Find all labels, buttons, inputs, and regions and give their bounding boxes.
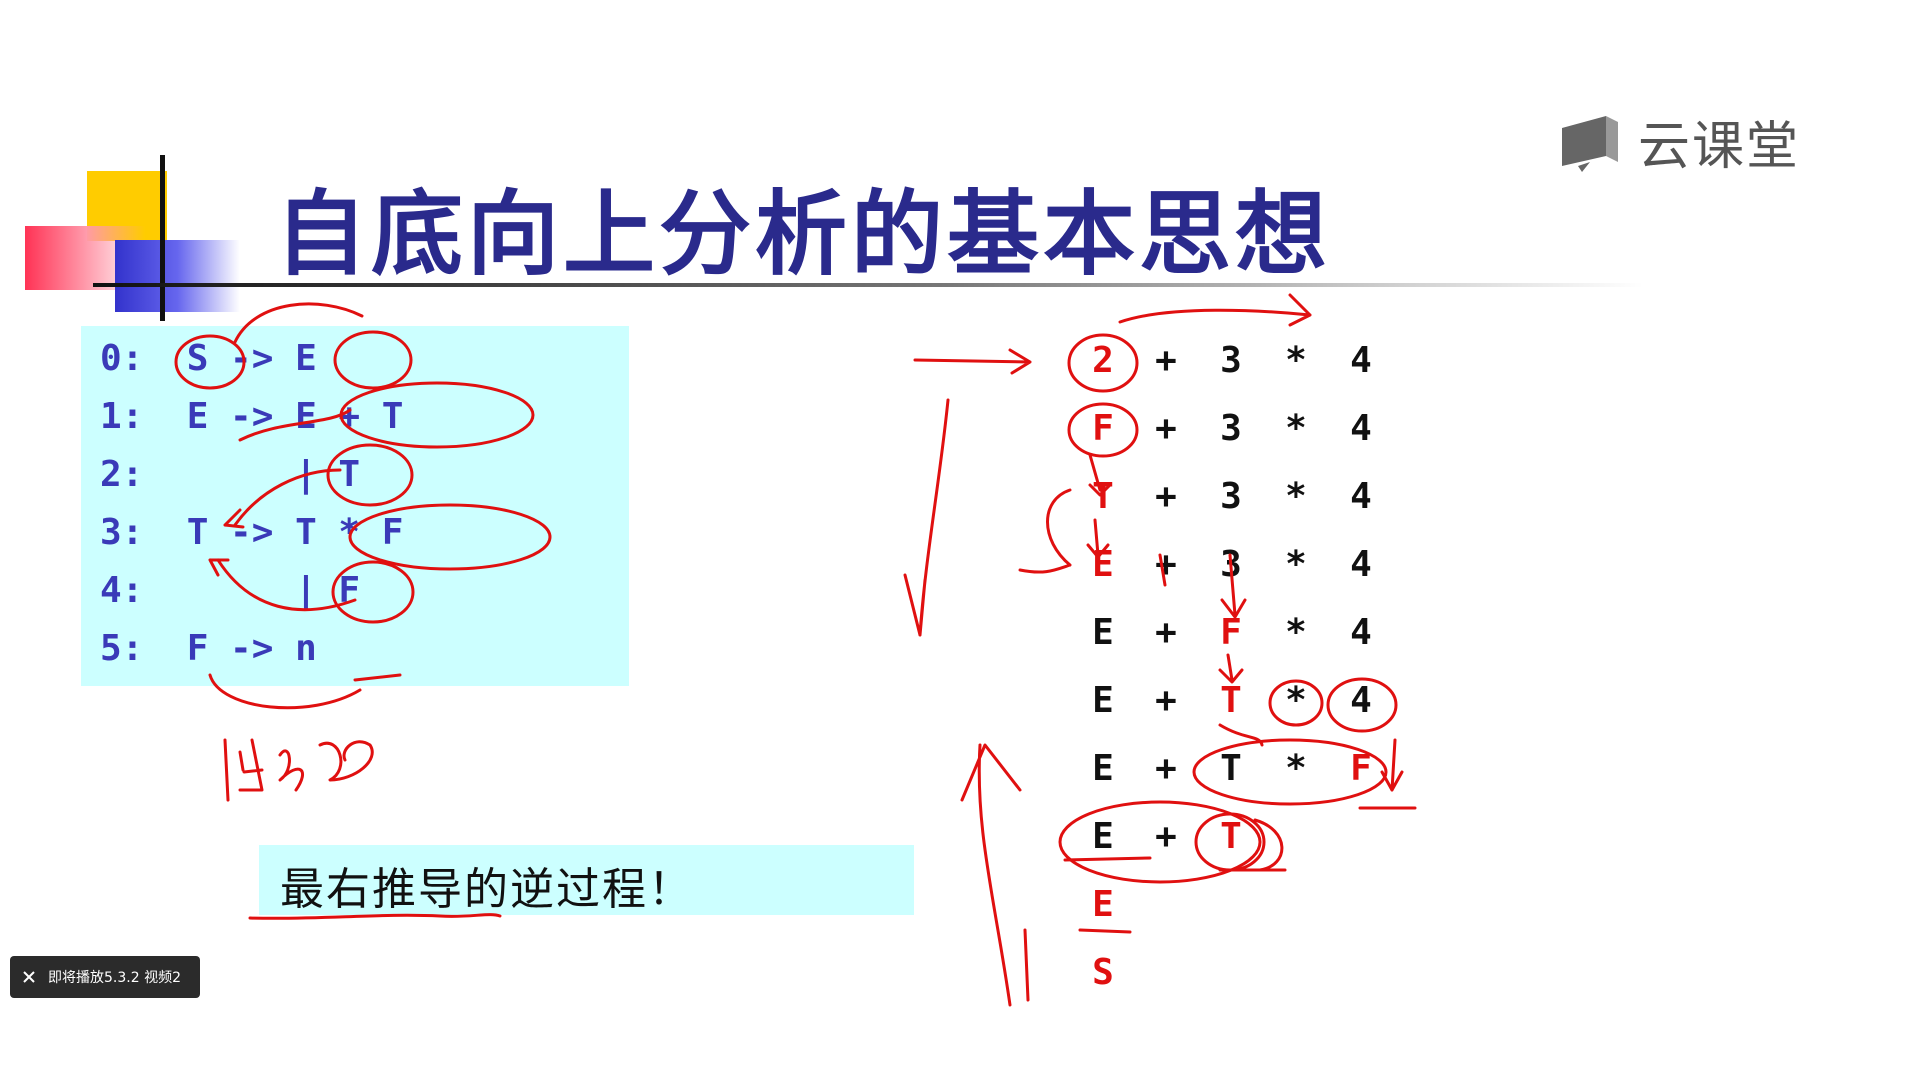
derivation-token: * bbox=[1285, 340, 1307, 381]
derivation-token: E bbox=[1092, 612, 1114, 653]
grammar-rule-number: 2: bbox=[100, 454, 187, 495]
derivation-token: 3 bbox=[1220, 476, 1242, 517]
grammar-rule-text: | T bbox=[186, 454, 361, 495]
grammar-rule: 0: S -> E bbox=[100, 338, 317, 379]
derivation-token: 4 bbox=[1350, 476, 1372, 517]
grammar-rule: 2: | T bbox=[100, 454, 360, 495]
decor-vertical-line bbox=[160, 155, 165, 321]
derivation-token: E bbox=[1092, 816, 1114, 857]
derivation-token: * bbox=[1285, 408, 1307, 449]
decor-blue-square bbox=[115, 240, 240, 312]
derivation-token: + bbox=[1155, 408, 1177, 449]
derivation-token: T bbox=[1220, 748, 1242, 789]
derivation-token: + bbox=[1155, 680, 1177, 721]
grammar-rule-number: 1: bbox=[100, 396, 187, 437]
arrow-up-left bbox=[960, 743, 1022, 1007]
derivation-token: + bbox=[1155, 816, 1177, 857]
derivation-token: * bbox=[1285, 680, 1307, 721]
derivation-token: * bbox=[1285, 612, 1307, 653]
derivation-token: * bbox=[1285, 544, 1307, 585]
derivation-token: F bbox=[1350, 748, 1372, 789]
derivation-token: * bbox=[1285, 748, 1307, 789]
grammar-rule: 5: F -> n bbox=[100, 628, 317, 669]
derivation-token: 4 bbox=[1350, 408, 1372, 449]
arrow-top-loop bbox=[1118, 293, 1312, 327]
derivation-token: T bbox=[1092, 476, 1114, 517]
logo-book-icon bbox=[1562, 115, 1618, 172]
arrow-down-left bbox=[903, 398, 950, 637]
derivation-token: S bbox=[1092, 952, 1114, 993]
derivation-token: 4 bbox=[1350, 340, 1372, 381]
grammar-rule-text: F -> n bbox=[186, 628, 317, 669]
derivation-token: F bbox=[1220, 612, 1242, 653]
logo: 云课堂 bbox=[1558, 104, 1800, 179]
grammar-rule-text: T -> T * F bbox=[186, 512, 404, 553]
arrow-F-to-T bbox=[1218, 653, 1244, 684]
derivation-token: E bbox=[1092, 748, 1114, 789]
grammar-rule-text: E -> E + T bbox=[186, 396, 404, 437]
grammar-rule-number: 3: bbox=[100, 512, 187, 553]
grammar-rule: 4: | F bbox=[100, 570, 360, 611]
derivation-token: + bbox=[1155, 544, 1177, 585]
slide: 自底向上分析的基本思想 云课堂 0: S -> E 1: E -> E + T 2:… bbox=[0, 0, 1920, 1079]
close-icon[interactable] bbox=[10, 956, 48, 998]
derivation-token: 4 bbox=[1350, 680, 1372, 721]
grammar-rule-number: 5: bbox=[100, 628, 187, 669]
derivation-token: E bbox=[1092, 680, 1114, 721]
slide-title: 自底向上分析的基本思想 bbox=[275, 181, 1332, 288]
derivation-token: 3 bbox=[1220, 340, 1242, 381]
up-next-text: 即将播放5.3.2 视频2 bbox=[48, 970, 181, 986]
derivation-token: 3 bbox=[1220, 544, 1242, 585]
grammar-rule-number: 4: bbox=[100, 570, 187, 611]
logo-text: 云课堂 bbox=[1638, 117, 1801, 177]
derivation-token: + bbox=[1155, 612, 1177, 653]
derivation-token: + bbox=[1155, 476, 1177, 517]
derivation-token: F bbox=[1092, 408, 1114, 449]
grammar-rule-text: | F bbox=[186, 570, 361, 611]
derivation-token: 4 bbox=[1350, 612, 1372, 653]
up-next-toast[interactable]: 即将播放5.3.2 视频2 bbox=[10, 956, 200, 998]
derivation-token: 4 bbox=[1350, 544, 1372, 585]
derivation-token: T bbox=[1220, 816, 1242, 857]
derivation-token: 3 bbox=[1220, 408, 1242, 449]
grammar-rule: 1: E -> E + T bbox=[100, 396, 403, 437]
derivation-token: T bbox=[1220, 680, 1242, 721]
derivation-token: * bbox=[1285, 476, 1307, 517]
handwriting-guiyue bbox=[223, 738, 374, 802]
grammar-rule-number: 0: bbox=[100, 338, 187, 379]
grammar-rule-text: S -> E bbox=[186, 338, 317, 379]
arrow-right-top bbox=[913, 348, 1032, 375]
derivation-token: 2 bbox=[1092, 340, 1114, 381]
note-text: 最右推导的逆过程！ bbox=[280, 864, 694, 915]
derivation-token: + bbox=[1155, 748, 1177, 789]
grammar-rule: 3: T -> T * F bbox=[100, 512, 403, 553]
derivation-token: E bbox=[1092, 884, 1114, 925]
derivation-token: E bbox=[1092, 544, 1114, 585]
derivation-token: + bbox=[1155, 340, 1177, 381]
